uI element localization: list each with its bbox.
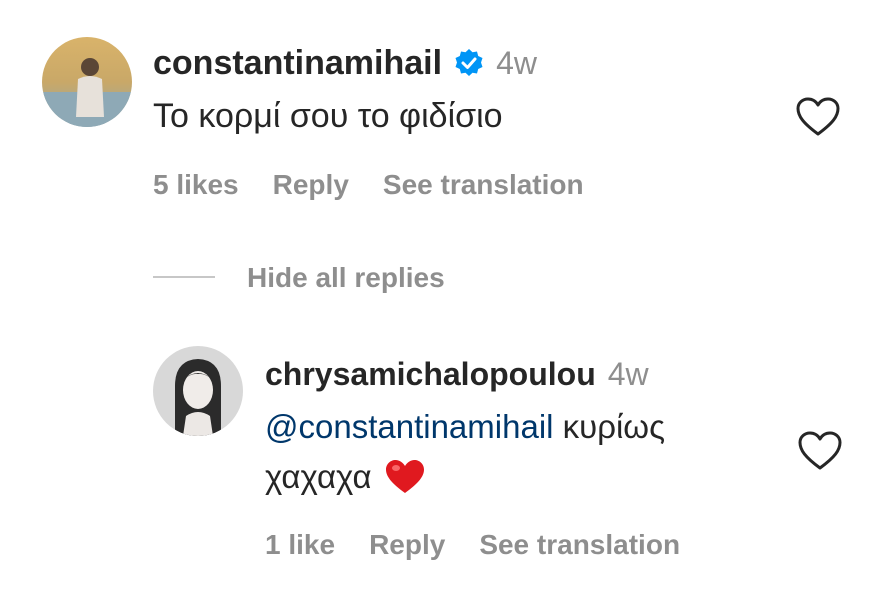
reply-reply-button[interactable]: Reply [369, 529, 445, 561]
reply-mention-link[interactable]: @constantinamihail [265, 408, 553, 445]
reply-time[interactable]: 4w [608, 356, 649, 393]
reply-like-heart-icon[interactable] [797, 430, 843, 472]
comment-see-translation-button[interactable]: See translation [383, 169, 584, 201]
comment-header: constantinamihail 4w [153, 40, 537, 86]
hide-replies-button[interactable]: Hide all replies [247, 258, 445, 298]
reply-avatar[interactable] [153, 346, 243, 436]
comment-time[interactable]: 4w [496, 45, 537, 82]
reply-text-laugh: χαχαχα [265, 458, 372, 495]
reply-text: @constantinamihail κυρίως χαχαχα [265, 402, 765, 502]
reply-text-after-mention: κυρίως [562, 408, 665, 445]
comment-reply-button[interactable]: Reply [273, 169, 349, 201]
comment-actions: 5 likes Reply See translation [153, 165, 584, 205]
comment-likes-count[interactable]: 5 likes [153, 169, 239, 201]
comment-like-heart-icon[interactable] [795, 96, 841, 138]
red-heart-emoji-icon [384, 458, 426, 496]
comment-username[interactable]: constantinamihail [153, 44, 442, 83]
reply-actions: 1 like Reply See translation [265, 525, 680, 565]
reply-see-translation-button[interactable]: See translation [479, 529, 680, 561]
reply-likes-count[interactable]: 1 like [265, 529, 335, 561]
reply-text-line2: χαχαχα [265, 452, 765, 502]
reply-username[interactable]: chrysamichalopoulou [265, 356, 596, 393]
replies-divider [153, 276, 215, 278]
reply-text-line1: @constantinamihail κυρίως [265, 402, 765, 452]
comment-text: Το κορμί σου το φιδίσιο [153, 97, 503, 135]
reply-header: chrysamichalopoulou 4w [265, 352, 649, 396]
commenter-avatar[interactable] [42, 37, 132, 127]
verified-badge-icon [454, 48, 484, 78]
